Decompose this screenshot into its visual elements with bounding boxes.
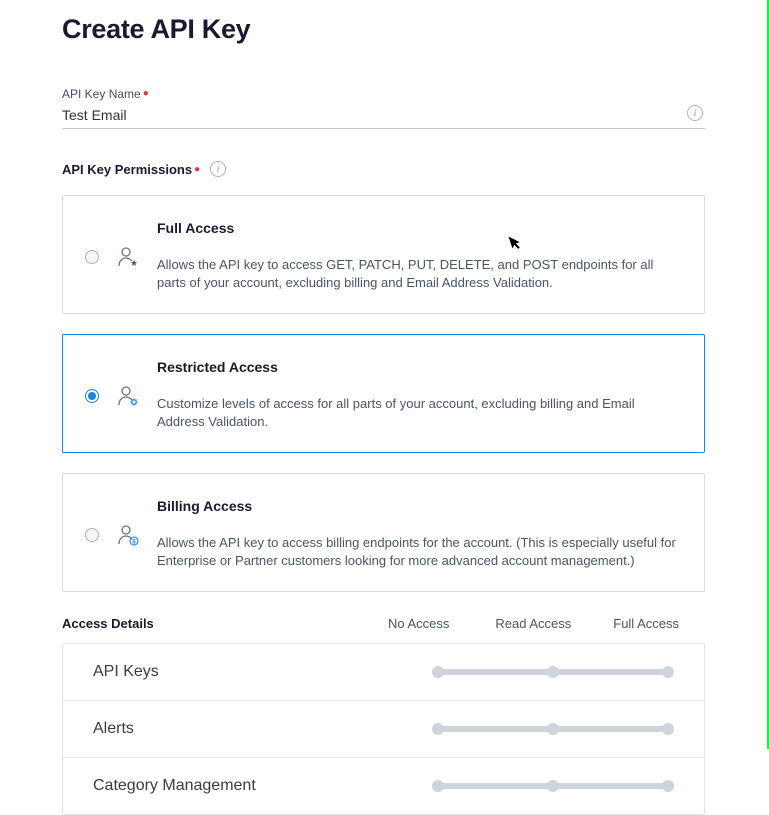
permission-description: Customize levels of access for all parts… xyxy=(157,395,682,430)
api-key-name-input[interactable] xyxy=(62,105,681,125)
permission-option-restricted[interactable]: Restricted Access Customize levels of ac… xyxy=(62,334,705,453)
col-read-access: Read Access xyxy=(495,616,571,631)
permission-description: Allows the API key to access GET, PATCH,… xyxy=(157,256,682,291)
access-row-api-keys: API Keys xyxy=(63,644,704,701)
access-details-title: Access Details xyxy=(62,616,388,631)
permission-title: Billing Access xyxy=(157,498,682,514)
permission-title: Restricted Access xyxy=(157,359,682,375)
info-icon[interactable]: i xyxy=(687,105,703,121)
permission-description: Allows the API key to access billing end… xyxy=(157,534,682,569)
access-row-label: Alerts xyxy=(93,720,432,738)
api-key-name-field: API Key Name● i xyxy=(62,87,705,129)
access-columns: No Access Read Access Full Access xyxy=(388,616,705,631)
permissions-label: API Key Permissions● i xyxy=(62,161,705,177)
access-slider[interactable] xyxy=(432,665,674,679)
access-slider[interactable] xyxy=(432,779,674,793)
info-icon[interactable]: i xyxy=(210,161,226,177)
access-list: API Keys Alerts Category Management xyxy=(62,643,705,815)
permission-title: Full Access xyxy=(157,220,682,236)
access-row-alerts: Alerts xyxy=(63,701,704,758)
radio-unchecked[interactable] xyxy=(85,250,99,264)
access-slider[interactable] xyxy=(432,722,674,736)
access-row-category-management: Category Management xyxy=(63,758,704,814)
col-full-access: Full Access xyxy=(613,616,679,631)
permission-list: Full Access Allows the API key to access… xyxy=(62,195,705,592)
required-indicator: ● xyxy=(194,164,200,175)
radio-checked[interactable] xyxy=(85,389,99,403)
user-dollar-icon: $ xyxy=(117,524,139,546)
access-row-label: Category Management xyxy=(93,777,432,795)
permission-option-billing[interactable]: $ Billing Access Allows the API key to a… xyxy=(62,473,705,592)
api-key-name-label: API Key Name● xyxy=(62,87,705,101)
user-gear-icon xyxy=(117,385,139,407)
access-row-label: API Keys xyxy=(93,663,432,681)
required-indicator: ● xyxy=(143,88,149,99)
col-no-access: No Access xyxy=(388,616,449,631)
access-details-header: Access Details No Access Read Access Ful… xyxy=(62,616,705,631)
permission-option-full[interactable]: Full Access Allows the API key to access… xyxy=(62,195,705,314)
radio-unchecked[interactable] xyxy=(85,528,99,542)
page-title: Create API Key xyxy=(62,14,705,45)
user-star-icon xyxy=(117,246,139,268)
